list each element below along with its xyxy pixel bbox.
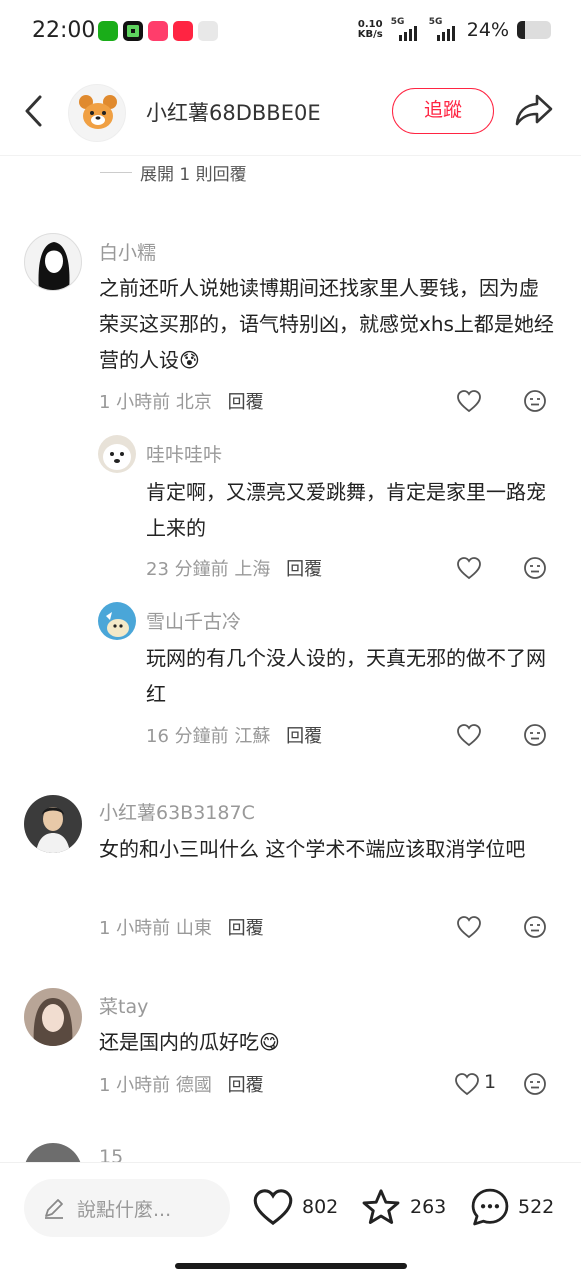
comment-item: 白小糯 之前还听人说她读博期间还找家里人要钱，因为虚荣买这买那的，语气特别凶，就… [0,230,581,430]
home-indicator[interactable] [175,1263,407,1269]
signal-icon: 5G [391,17,421,41]
header: 小红薯68DBBE0E 追蹤 [0,64,581,156]
reply-button[interactable]: 回覆 [286,726,322,747]
wechat-icon [98,21,118,41]
pencil-icon [45,1199,63,1219]
comment-item: 15 [0,1140,581,1162]
like-count: 802 [302,1196,339,1218]
expand-replies[interactable]: 展開 1 則回覆 [100,160,247,185]
avatar[interactable] [24,795,82,853]
avatar[interactable] [24,988,82,1046]
comment-location: 北京 [175,392,212,413]
heart-icon[interactable] [456,556,482,580]
comment-meta: 23 分鐘前 上海 回覆 [146,555,322,581]
comment-text[interactable]: 肯定啊，又漂亮又爱跳舞，肯定是家里一路宠上来的 [146,474,556,546]
comment-author[interactable]: 菜tay [99,992,148,1019]
comment-author[interactable]: 15 [99,1146,123,1162]
reply-button[interactable]: 回覆 [286,559,322,580]
comment-time: 23 分鐘前 [146,559,229,580]
avatar[interactable] [24,1143,82,1162]
divider [100,172,132,173]
comment-meta: 1 小時前 山東 回覆 [99,914,264,940]
comment-meta: 1 小時前 德國 回覆 [99,1071,264,1097]
battery-icon [517,21,551,39]
heart-icon[interactable] [456,915,482,939]
comment-author[interactable]: 雪山千古冷 [146,607,241,634]
dislike-icon[interactable] [523,915,547,939]
battery-percent: 24% [466,19,509,41]
comment-time: 16 分鐘前 [146,726,229,747]
heart-icon [253,1189,293,1226]
dislike-icon[interactable] [523,1072,547,1096]
like-count: 1 [484,1071,497,1093]
collect-count: 263 [410,1196,447,1218]
avatar[interactable] [98,435,136,473]
reply-button[interactable]: 回覆 [228,392,264,413]
comment-count: 522 [518,1196,555,1218]
bottom-action-bar: 說點什麼... 802 263 522 [0,1162,581,1280]
heart-icon[interactable] [454,1072,480,1096]
reply-button[interactable]: 回覆 [228,1075,264,1096]
comment-text[interactable]: 玩网的有几个没人设的，天真无邪的做不了网红 [146,640,556,712]
heart-icon[interactable] [456,723,482,747]
comment-author[interactable]: 哇咔哇咔 [146,440,222,467]
author-avatar[interactable] [68,84,126,142]
app-green-icon [123,21,143,41]
comment-time: 1 小時前 [99,1075,171,1096]
dislike-icon[interactable] [523,556,547,580]
reply-item: 哇咔哇咔 肯定啊，又漂亮又爱跳舞，肯定是家里一路宠上来的 23 分鐘前 上海 回… [0,430,581,595]
app-pink-icon [148,21,168,41]
net-speed: 0.10 KB/s [357,19,383,40]
dislike-icon[interactable] [523,723,547,747]
follow-button[interactable]: 追蹤 [392,88,494,134]
comment-item: 小红薯63B3187C 女的和小三叫什么 这个学术不端应该取消学位吧 1 小時前… [0,790,581,960]
dislike-icon[interactable] [523,389,547,413]
like-button[interactable]: 802 [252,1185,338,1229]
comment-location: 江蘇 [234,726,271,747]
star-icon [362,1189,400,1224]
comment-meta: 1 小時前 北京 回覆 [99,388,264,414]
avatar[interactable] [24,233,82,291]
back-arrow-icon[interactable] [22,94,46,128]
status-time: 22:00 [32,18,96,43]
comment-text[interactable]: 还是国内的瓜好吃😋 [99,1024,557,1060]
app-red-icon [173,21,193,41]
comment-meta: 16 分鐘前 江蘇 回覆 [146,722,322,748]
comment-item: 菜tay 还是国内的瓜好吃😋 1 小時前 德國 回覆 1 [0,985,581,1105]
share-icon[interactable] [514,92,554,128]
comment-button[interactable]: 522 [470,1185,554,1229]
status-bar: 22:00 0.10 KB/s 5G 5G 24% [0,0,581,64]
comment-location: 上海 [234,559,271,580]
author-name[interactable]: 小红薯68DBBE0E [146,97,321,127]
comment-input[interactable]: 說點什麼... [24,1179,230,1237]
comment-text[interactable]: 女的和小三叫什么 这个学术不端应该取消学位吧 [99,831,557,867]
comment-time: 1 小時前 [99,392,171,413]
comment-location: 山東 [175,918,212,939]
heart-icon[interactable] [456,389,482,413]
comment-bubble-icon [471,1188,509,1226]
collect-button[interactable]: 263 [360,1185,446,1229]
signal-icon: 5G [429,17,459,41]
bear-icon [79,95,117,129]
comment-text[interactable]: 之前还听人说她读博期间还找家里人要钱，因为虚荣买这买那的，语气特别凶，就感觉xh… [99,270,557,378]
comment-time: 1 小時前 [99,918,171,939]
notification-icons [98,21,218,41]
app-gray-icon [198,21,218,41]
reply-button[interactable]: 回覆 [228,918,264,939]
reply-item: 雪山千古冷 玩网的有几个没人设的，天真无邪的做不了网红 16 分鐘前 江蘇 回覆 [0,597,581,767]
input-placeholder: 說點什麼... [77,1199,172,1221]
comment-author[interactable]: 白小糯 [99,238,156,265]
comment-location: 德國 [175,1075,212,1096]
avatar[interactable] [98,602,136,640]
comment-author[interactable]: 小红薯63B3187C [99,798,255,825]
